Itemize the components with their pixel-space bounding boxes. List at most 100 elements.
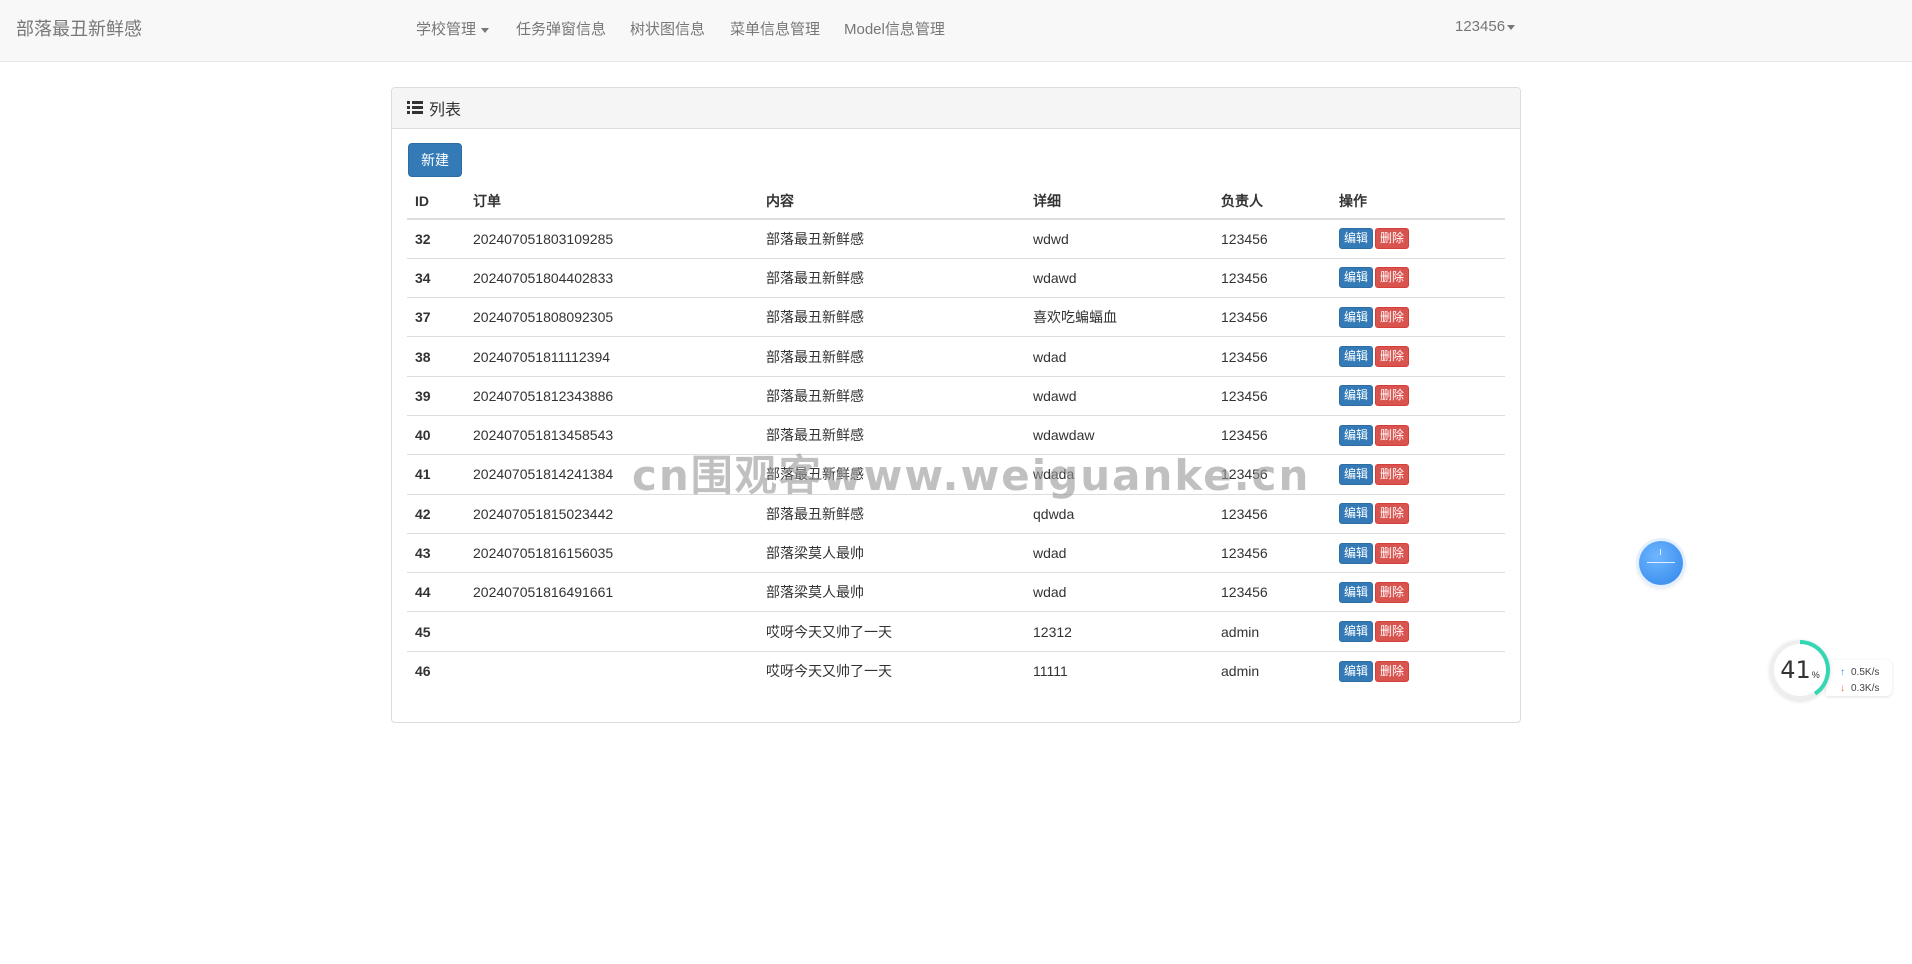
cell-actions: 编辑 删除 — [1331, 414, 1505, 455]
cell-id: 43 — [407, 532, 465, 573]
cell-owner: 123456 — [1213, 218, 1331, 259]
delete-button[interactable]: 删除 — [1375, 346, 1410, 368]
edit-button[interactable]: 编辑 — [1339, 424, 1374, 446]
cell-order: 202407051816491661 — [465, 572, 758, 612]
usage-ring: 41% — [1770, 640, 1830, 700]
panel-title: 列表 — [429, 102, 462, 119]
cell-id: 40 — [407, 414, 465, 455]
cell-owner: 123456 — [1213, 297, 1331, 337]
edit-button[interactable]: 编辑 — [1339, 306, 1374, 328]
delete-button[interactable]: 删除 — [1375, 503, 1410, 525]
delete-button[interactable]: 删除 — [1375, 581, 1410, 603]
cell-detail: 11111 — [1025, 650, 1213, 691]
cell-order: 202407051814241384 — [465, 454, 758, 495]
edit-button[interactable]: 编辑 — [1339, 385, 1374, 407]
delete-button[interactable]: 删除 — [1375, 542, 1410, 564]
cell-actions: 编辑 删除 — [1331, 454, 1505, 495]
cell-detail: wdad — [1025, 572, 1213, 612]
table-row: 43 202407051816156035 部落梁莫人最帅 wdad 123456 编辑删… — [407, 532, 1505, 573]
table-row: 41 202407051814241384 部落最丑新鲜感 wdada 123456 编辑… — [407, 454, 1505, 495]
column-header-content: 内容 — [758, 184, 1025, 220]
cell-detail: wdada — [1025, 454, 1213, 495]
cell-content: 部落梁莫人最帅 — [758, 532, 1025, 573]
edit-button[interactable]: 编辑 — [1339, 621, 1374, 643]
cell-detail: 喜欢吃蝙蝠血 — [1025, 297, 1213, 337]
cell-content: 部落梁莫人最帅 — [758, 572, 1025, 612]
navbar-brand[interactable]: 部落最丑新鲜感 — [16, 15, 142, 41]
cell-order: 202407051815023442 — [465, 493, 758, 534]
delete-button[interactable]: 删除 — [1375, 385, 1410, 407]
edit-button[interactable]: 编辑 — [1339, 503, 1374, 525]
delete-button[interactable]: 删除 — [1375, 621, 1410, 643]
delete-button[interactable]: 删除 — [1375, 463, 1410, 485]
cell-id: 42 — [407, 493, 465, 534]
upload-rate-row: ↑ 0.5K/s — [1840, 664, 1892, 680]
cell-actions: 编辑 删除 — [1331, 572, 1505, 612]
table-row: 40 202407051813458543 部落最丑新鲜感 wdawdaw 123456… — [407, 414, 1505, 455]
speed-rates: ↑ 0.5K/s ↓ 0.3K/s — [1826, 660, 1892, 696]
cell-actions: 编辑 删除 — [1331, 336, 1505, 377]
edit-button[interactable]: 编辑 — [1339, 660, 1374, 682]
caret-down-icon — [481, 27, 490, 33]
network-speed-widget[interactable]: ↑ 0.5K/s ↓ 0.3K/s 41% — [1770, 640, 1894, 702]
cell-owner: admin — [1213, 611, 1331, 652]
column-header-owner: 负责人 — [1213, 184, 1331, 220]
new-button[interactable]: 新建 — [408, 143, 462, 177]
cell-id: 46 — [407, 650, 465, 691]
table-row: 46 哎呀今天又帅了一天 11111 admin 编辑 删除 — [407, 650, 1505, 691]
usage-percent-unit: % — [1811, 670, 1820, 680]
delete-button[interactable]: 删除 — [1375, 660, 1410, 682]
cell-order: 202407051804402833 — [465, 257, 758, 298]
cell-actions: 编辑 删除 — [1331, 297, 1505, 337]
caret-down-icon — [1507, 24, 1516, 30]
cell-id: 32 — [407, 218, 465, 259]
cell-owner: 123456 — [1213, 336, 1331, 377]
cell-detail: 12312 — [1025, 611, 1213, 652]
cell-order: 202407051803109285 — [465, 218, 758, 259]
cell-id: 37 — [407, 297, 465, 337]
delete-button[interactable]: 删除 — [1375, 424, 1410, 446]
edit-button[interactable]: 编辑 — [1339, 463, 1374, 485]
cell-order: 202407051812343886 — [465, 375, 758, 416]
cell-order: 202407051813458543 — [465, 414, 758, 455]
cell-content: 部落最丑新鲜感 — [758, 257, 1025, 298]
cell-actions: 编辑 删除 — [1331, 611, 1505, 652]
nav-item-task-popup[interactable]: 任务弹窗信息 — [516, 18, 606, 39]
cell-detail: wdad — [1025, 336, 1213, 377]
nav-item-tree-info[interactable]: 树状图信息 — [630, 18, 705, 39]
table-row: 34 202407051804402833 部落最丑新鲜感 wdawd 123456 编辑… — [407, 257, 1505, 298]
cell-detail: wdawdaw — [1025, 414, 1213, 455]
cell-id: 45 — [407, 611, 465, 652]
nav-item-menu-management[interactable]: 菜单信息管理 — [730, 18, 820, 39]
column-header-id: ID — [407, 184, 465, 220]
edit-button[interactable]: 编辑 — [1339, 267, 1374, 289]
nav-item-school-management[interactable]: 学校管理 — [416, 18, 490, 39]
delete-button[interactable]: 删除 — [1375, 228, 1410, 250]
edit-button[interactable]: 编辑 — [1339, 346, 1374, 368]
nav-item-model-management[interactable]: Model信息管理 — [844, 18, 945, 39]
table-row: 42 202407051815023442 部落最丑新鲜感 qdwda 123456 编辑… — [407, 493, 1505, 534]
user-menu[interactable]: 123456 — [1455, 18, 1516, 35]
edit-button[interactable]: 编辑 — [1339, 228, 1374, 250]
usage-percent: 41 — [1780, 656, 1811, 684]
cell-owner: 123456 — [1213, 572, 1331, 612]
delete-button[interactable]: 删除 — [1375, 267, 1410, 289]
column-header-detail: 详细 — [1025, 184, 1213, 220]
delete-button[interactable]: 删除 — [1375, 306, 1410, 328]
cell-content: 部落最丑新鲜感 — [758, 454, 1025, 495]
list-icon — [407, 101, 423, 115]
cell-content: 部落最丑新鲜感 — [758, 297, 1025, 337]
cell-detail: wdad — [1025, 532, 1213, 573]
cell-detail: wdawd — [1025, 257, 1213, 298]
assistant-ball-icon[interactable] — [1639, 541, 1683, 585]
cell-order: 202407051808092305 — [465, 297, 758, 337]
cell-owner: 123456 — [1213, 257, 1331, 298]
cell-owner: 123456 — [1213, 454, 1331, 495]
cell-order: 202407051811112394 — [465, 336, 758, 377]
edit-button[interactable]: 编辑 — [1339, 542, 1374, 564]
table-row: 44 202407051816491661 部落梁莫人最帅 wdad 123456 编辑删… — [407, 572, 1505, 612]
cell-owner: 123456 — [1213, 375, 1331, 416]
cell-content: 部落最丑新鲜感 — [758, 493, 1025, 534]
edit-button[interactable]: 编辑 — [1339, 581, 1374, 603]
cell-actions: 编辑 删除 — [1331, 650, 1505, 691]
